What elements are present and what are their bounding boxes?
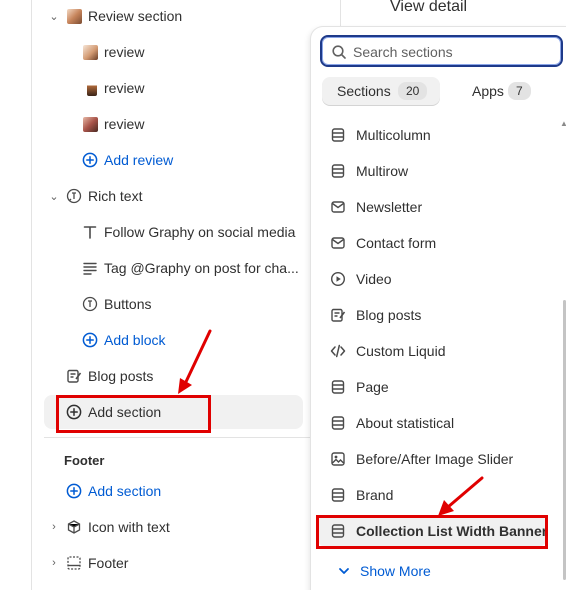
section-option-about-statistical[interactable]: About statistical [0,405,560,441]
footer-layout-icon [66,555,82,571]
section-option-label: Contact form [356,235,437,251]
panel-divider [340,0,341,28]
section-footer[interactable]: › Footer [0,545,310,581]
block-review-1[interactable]: review [0,34,310,70]
section-option-contact-form[interactable]: Contact form [0,225,560,261]
image-thumbnail-icon [66,8,82,24]
section-option-label: Blog posts [356,307,422,323]
tab-apps[interactable]: Apps 7 [442,77,562,105]
section-option-custom-liquid[interactable]: Custom Liquid [0,333,560,369]
annotation-highlight-box [316,515,548,549]
layout-rows-icon [330,415,346,431]
scroll-up-indicator: ▲ [560,119,566,128]
section-option-label: Video [356,271,392,287]
play-icon [330,271,346,287]
code-icon [330,343,346,359]
section-option-multicolumn[interactable]: Multicolumn [0,117,560,153]
image-thumbnail-icon [82,44,98,60]
blog-icon [330,307,346,323]
search-icon [331,44,347,60]
section-label: Footer [88,555,129,571]
chevron-down-icon[interactable]: ⌄ [49,11,59,23]
count-badge: 20 [398,82,428,100]
search-input[interactable]: Search sections [320,35,563,67]
image-thumbnail-icon [82,80,98,96]
picker-tabs: Sections 20 Apps 7 [320,77,563,107]
section-option-label: Newsletter [356,199,423,215]
section-option-page[interactable]: Page [0,369,560,405]
layout-rows-icon [330,127,346,143]
count-badge: 7 [508,82,531,100]
show-more-label: Show More [360,563,431,579]
section-option-video[interactable]: Video [0,261,560,297]
email-icon [330,199,346,215]
block-label: review [104,80,145,96]
section-label: Review section [88,8,183,24]
email-icon [330,235,346,251]
block-label: review [104,44,145,60]
block-review-2[interactable]: review [0,70,310,106]
section-option-blog-posts[interactable]: Blog posts [0,297,560,333]
section-option-label: Multicolumn [356,127,431,143]
annotation-arrow [438,476,484,516]
image-icon [330,451,346,467]
tab-label: Sections [337,83,391,99]
view-detail-text: View detail [390,0,468,15]
section-option-newsletter[interactable]: Newsletter [0,189,560,225]
section-option-label: Before/After Image Slider [356,451,514,467]
section-option-multirow[interactable]: Multirow [0,153,560,189]
section-option-label: Custom Liquid [356,343,446,359]
chevron-down-icon [336,563,352,579]
section-option-label: About statistical [356,415,455,431]
section-option-before-after-slider[interactable]: Before/After Image Slider [0,441,560,477]
layout-rows-icon [330,163,346,179]
section-option-label: Brand [356,487,394,503]
section-option-label: Page [356,379,389,395]
layout-rows-icon [330,379,346,395]
search-placeholder: Search sections [353,44,453,60]
chevron-right-icon[interactable]: › [49,557,59,569]
show-more-button[interactable]: Show More [330,553,470,589]
section-review[interactable]: ⌄ Review section [0,0,310,34]
tab-sections[interactable]: Sections 20 [322,77,440,105]
tab-label: Apps [472,83,504,99]
layout-rows-icon [330,487,346,503]
section-option-label: Multirow [356,163,409,179]
